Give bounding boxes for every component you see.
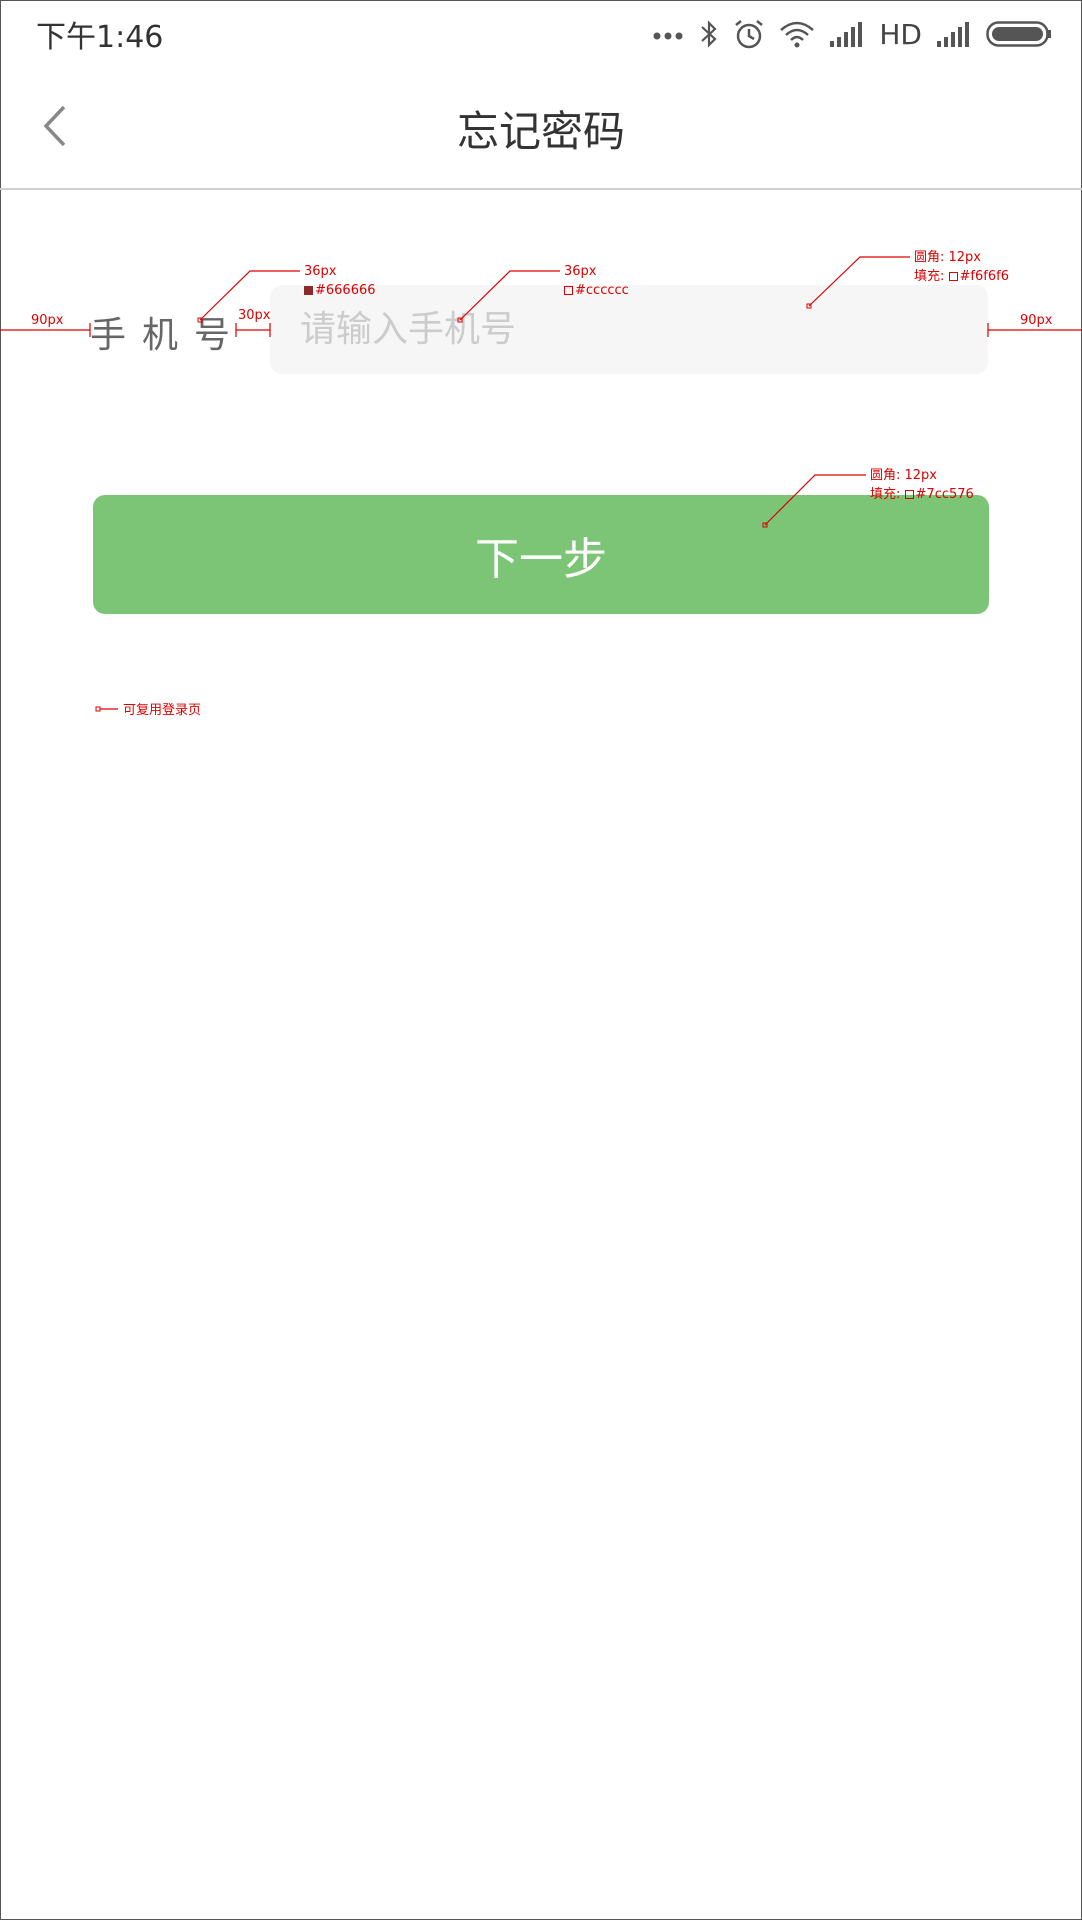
status-icons: HD — [653, 16, 1052, 52]
page-title: 忘记密码 — [456, 107, 625, 156]
anno-left-margin: 90px — [31, 313, 64, 328]
signal-icon — [829, 21, 865, 47]
anno-label-size: 36px — [304, 264, 337, 279]
color-swatch — [948, 272, 958, 281]
anno-input-fill-label: 填充: — [914, 269, 945, 284]
alarm-icon — [733, 18, 765, 50]
anno-right-margin: 90px — [1020, 313, 1053, 328]
nav-bar: 忘记密码 — [0, 66, 1082, 190]
wifi-icon — [779, 20, 815, 48]
more-dots-icon — [653, 28, 685, 40]
anno-input-fill-text: #f6f6f6 — [959, 269, 1009, 284]
phone-label: 手机号 — [90, 315, 247, 356]
anno-input-radius: 圆角: 12px — [914, 250, 981, 265]
anno-input-fill: 填充: #f6f6f6 — [914, 269, 1009, 285]
hd-label: HD — [879, 17, 922, 51]
anno-placeholder-size: 36px — [564, 264, 597, 279]
bluetooth-icon — [699, 19, 719, 49]
phone-input[interactable] — [270, 285, 988, 374]
next-button[interactable]: 下一步 — [93, 495, 989, 614]
anno-button-radius: 圆角: 12px — [870, 468, 937, 483]
signal-icon — [936, 21, 972, 47]
anno-reuse-note: 可复用登录页 — [123, 703, 202, 718]
status-time: 下午1:46 — [36, 20, 164, 55]
battery-icon — [986, 20, 1052, 48]
status-bar: 下午1:46 HD — [0, 0, 1082, 66]
